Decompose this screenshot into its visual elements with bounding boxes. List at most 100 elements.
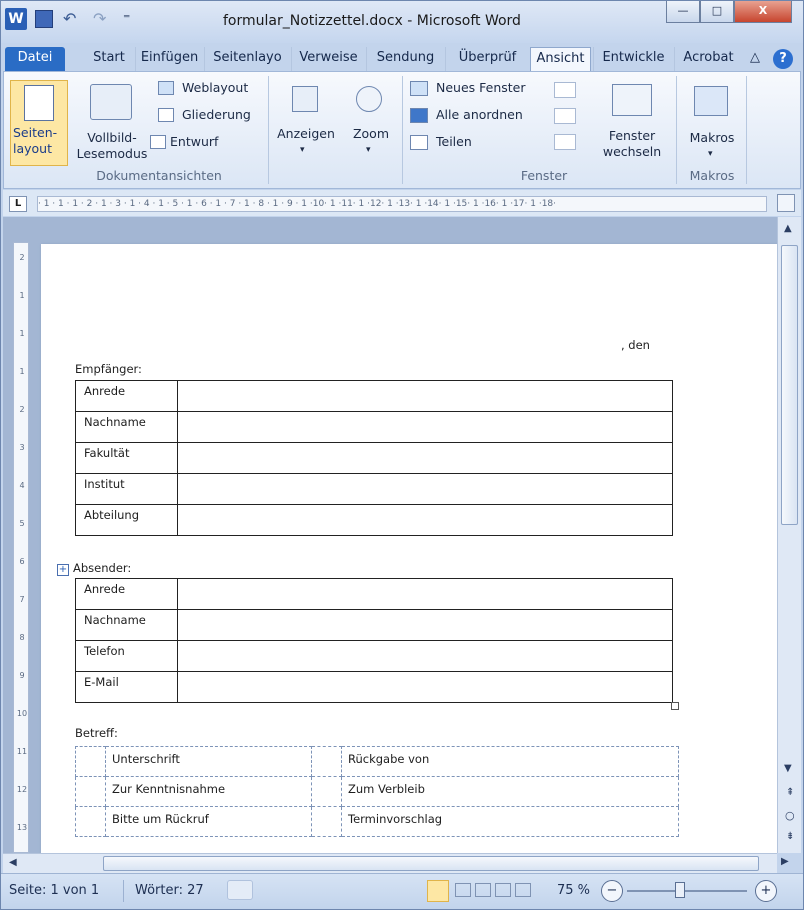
alle-anordnen-button[interactable]: Alle anordnen xyxy=(408,104,538,128)
checkbox-cell[interactable] xyxy=(75,806,106,837)
browse-object-icon[interactable]: ○ xyxy=(785,809,795,822)
minimize-ribbon-icon[interactable]: △ xyxy=(745,47,765,71)
checkbox-cell[interactable] xyxy=(311,776,342,807)
makros-button[interactable]: Makros ▾ xyxy=(680,80,744,166)
tab-datei[interactable]: Datei xyxy=(5,47,65,71)
next-page-icon[interactable]: ⇟ xyxy=(786,831,794,842)
sender-label[interactable]: Absender: xyxy=(73,561,131,575)
print-layout-view-icon[interactable] xyxy=(427,880,449,902)
zoom-button[interactable]: Zoom ▾ xyxy=(344,80,398,166)
table-row: Anrede xyxy=(75,380,673,412)
checkbox-cell[interactable] xyxy=(311,806,342,837)
arrange-all-icon xyxy=(410,108,428,123)
tab-entwicklertools[interactable]: Entwickle xyxy=(593,47,673,71)
table-row: Nachname xyxy=(75,411,673,443)
teilen-button[interactable]: Teilen xyxy=(408,130,538,154)
table-row: Zur Kenntnisnahme Zum Verbleib xyxy=(75,776,679,807)
recipient-field-input[interactable] xyxy=(177,380,673,412)
save-icon[interactable] xyxy=(35,10,53,28)
seitenlayout-button[interactable]: Seiten- layout xyxy=(10,80,68,166)
tab-seitenlayout[interactable]: Seitenlayo xyxy=(204,47,290,71)
scroll-left-icon[interactable]: ◀ xyxy=(9,857,17,868)
outline-icon xyxy=(158,108,174,122)
recipient-field-input[interactable] xyxy=(177,411,673,443)
recipient-field-label: Institut xyxy=(75,473,178,505)
recipient-field-input[interactable] xyxy=(177,473,673,505)
tab-ueberpruefen[interactable]: Überprüf xyxy=(445,47,529,71)
checkbox-cell[interactable] xyxy=(75,776,106,807)
fenster-wechseln-button[interactable]: Fenster wechseln xyxy=(590,80,674,166)
document-page[interactable]: , den Empfänger: Anrede Nachname Fakultä… xyxy=(41,244,777,853)
previous-page-icon[interactable]: ⇞ xyxy=(786,787,794,798)
close-button[interactable]: X xyxy=(734,1,792,23)
recipient-field-input[interactable] xyxy=(177,504,673,536)
scroll-down-icon[interactable]: ▼ xyxy=(784,763,792,774)
entwurf-button[interactable]: Entwurf xyxy=(130,130,264,154)
draft-view-icon[interactable] xyxy=(515,883,531,897)
sender-field-input[interactable] xyxy=(177,640,673,672)
sender-field-input[interactable] xyxy=(177,671,673,703)
recipient-field-input[interactable] xyxy=(177,442,673,474)
synchronous-scrolling-icon[interactable] xyxy=(554,108,576,124)
checkbox-cell[interactable] xyxy=(75,746,106,777)
checklist-item: Terminvorschlag xyxy=(341,806,679,837)
proofing-icon[interactable] xyxy=(227,880,253,900)
redo-icon[interactable]: ↷ xyxy=(93,8,115,30)
checklist-item: Zur Kenntnisnahme xyxy=(105,776,312,807)
checkbox-cell[interactable] xyxy=(311,746,342,777)
tab-verweise[interactable]: Verweise xyxy=(291,47,365,71)
horizontal-ruler-row: L · 1 · 1 · 1 · 2 · 1 · 3 · 1 · 4 · 1 · … xyxy=(3,190,801,216)
tab-ansicht[interactable]: Ansicht xyxy=(530,47,591,71)
scroll-up-icon[interactable]: ▲ xyxy=(784,223,792,234)
horizontal-scrollbar[interactable]: ◀ xyxy=(3,853,777,873)
table-row: Anrede xyxy=(75,578,673,610)
neues-fenster-button[interactable]: Neues Fenster xyxy=(408,78,538,102)
zoom-in-button[interactable]: + xyxy=(755,880,777,902)
teilen-label: Teilen xyxy=(436,134,472,149)
page-count[interactable]: Seite: 1 von 1 xyxy=(9,883,99,898)
scroll-right-icon[interactable]: ▶ xyxy=(781,856,789,867)
vertical-ruler[interactable]: 2 1 1 1 2 3 4 5 6 7 8 9 10 11 12 13 xyxy=(13,242,29,853)
zoom-dropdown-icon: ▾ xyxy=(366,145,371,155)
customize-quick-access-icon[interactable]: ⁼ xyxy=(123,8,145,30)
zoom-level[interactable]: 75 % xyxy=(557,883,590,898)
subject-label[interactable]: Betreff: xyxy=(75,726,118,740)
zoom-slider[interactable] xyxy=(627,890,747,892)
tab-sendungen[interactable]: Sendung xyxy=(366,47,444,71)
reset-window-position-icon[interactable] xyxy=(554,134,576,150)
ruler-toggle-icon[interactable] xyxy=(777,194,795,212)
table-move-handle-icon[interactable]: + xyxy=(57,564,69,576)
outline-view-icon[interactable] xyxy=(495,883,511,897)
web-layout-view-icon[interactable] xyxy=(475,883,491,897)
help-icon[interactable]: ? xyxy=(773,49,793,69)
scroll-thumb[interactable] xyxy=(781,245,798,525)
zoom-slider-thumb[interactable] xyxy=(675,882,685,898)
word-logo-icon[interactable]: W xyxy=(5,8,27,30)
undo-icon[interactable]: ↶ xyxy=(63,8,85,30)
weblayout-button[interactable]: Weblayout xyxy=(156,78,264,102)
full-screen-reading-icon[interactable] xyxy=(455,883,471,897)
vertical-scrollbar[interactable]: ▲ ▼ ⇞ ○ ⇟ xyxy=(777,217,801,853)
horizontal-scroll-thumb[interactable] xyxy=(103,856,759,871)
minimize-button[interactable]: — xyxy=(666,1,700,23)
word-count[interactable]: Wörter: 27 xyxy=(135,883,204,898)
tab-einfuegen[interactable]: Einfügen xyxy=(135,47,203,71)
sender-field-input[interactable] xyxy=(177,609,673,641)
word-window: W ↶ ↷ ⁼ formular_Notizzettel.docx - Micr… xyxy=(0,0,804,910)
sender-table: Anrede Nachname Telefon E-Mail xyxy=(75,578,673,703)
recipient-table: Anrede Nachname Fakultät Institut Abteil… xyxy=(75,380,673,536)
maximize-button[interactable]: □ xyxy=(700,1,734,23)
sender-field-input[interactable] xyxy=(177,578,673,610)
date-line[interactable]: , den xyxy=(621,338,650,352)
gliederung-button[interactable]: Gliederung xyxy=(156,104,264,128)
group-separator xyxy=(676,76,677,184)
tab-start[interactable]: Start xyxy=(85,47,133,71)
tab-acrobat[interactable]: Acrobat xyxy=(674,47,742,71)
side-by-side-icon[interactable] xyxy=(554,82,576,98)
recipient-label[interactable]: Empfänger: xyxy=(75,362,142,376)
zoom-out-button[interactable]: − xyxy=(601,880,623,902)
tab-selector-button[interactable]: L xyxy=(9,196,27,212)
table-resize-handle-icon[interactable] xyxy=(671,702,679,710)
horizontal-ruler[interactable]: · 1 · 1 · 1 · 2 · 1 · 3 · 1 · 4 · 1 · 5 … xyxy=(37,196,767,212)
anzeigen-button[interactable]: Anzeigen ▾ xyxy=(272,80,340,166)
